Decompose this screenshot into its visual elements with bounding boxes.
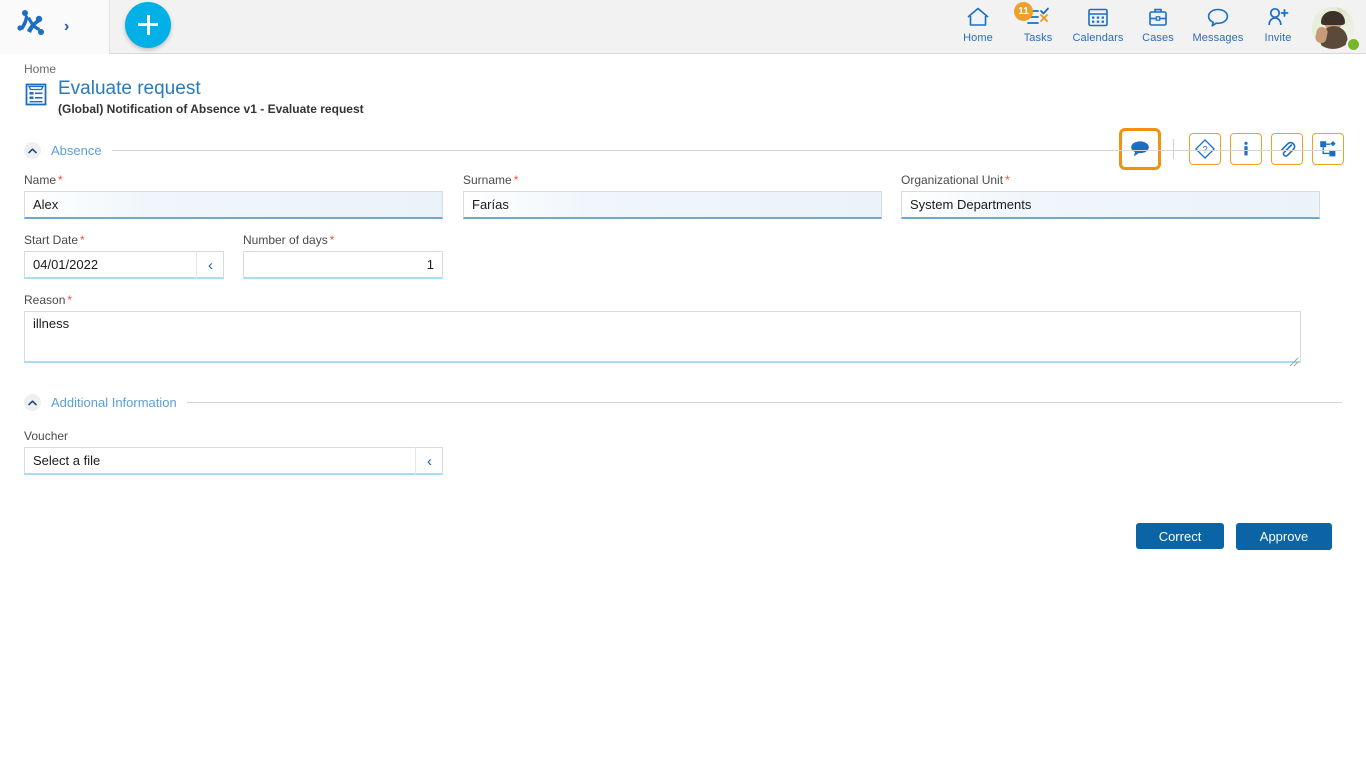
nav-label-tasks: Tasks: [1024, 32, 1053, 44]
section-divider: [187, 402, 1342, 403]
field-label-name: Name*: [24, 173, 443, 187]
field-start-date: Start Date* ‹: [24, 233, 224, 279]
form-action-buttons: Correct Approve: [24, 523, 1342, 550]
field-number-of-days: Number of days*: [243, 233, 443, 279]
nav-label-invite: Invite: [1265, 32, 1292, 44]
user-add-icon: [1266, 4, 1290, 30]
topbar-left-zone: ›: [0, 0, 110, 54]
nav-label-home: Home: [963, 32, 993, 44]
chevron-left-icon[interactable]: ‹: [415, 447, 443, 475]
page-header: Home Evaluate request (Global) Notificat…: [0, 54, 1366, 116]
create-new-zone: [125, 2, 171, 52]
home-icon: [966, 4, 990, 30]
section-header-additional-information: Additional Information: [24, 394, 1342, 411]
reason-textarea[interactable]: illness: [24, 311, 1301, 363]
field-label-start-date: Start Date*: [24, 233, 224, 247]
page-title-row: Evaluate request (Global) Notification o…: [24, 79, 1344, 116]
chevron-up-icon[interactable]: [24, 142, 41, 159]
number-of-days-input[interactable]: [243, 251, 443, 279]
page-title-block: Evaluate request (Global) Notification o…: [58, 79, 364, 116]
field-voucher: Voucher ‹: [24, 429, 443, 475]
create-new-button[interactable]: [125, 2, 171, 48]
field-name: Name*: [24, 173, 443, 219]
nav-icon-group: Home 11 Tasks: [948, 0, 1366, 54]
tasks-badge: 11: [1014, 2, 1033, 21]
voucher-combo: ‹: [24, 447, 443, 475]
chevron-left-icon[interactable]: ‹: [196, 251, 224, 279]
organizational-unit-input[interactable]: [901, 191, 1320, 219]
app-logo[interactable]: [14, 9, 48, 44]
breadcrumb[interactable]: Home: [24, 62, 1344, 76]
field-label-number-of-days: Number of days*: [243, 233, 443, 247]
field-label-surname: Surname*: [463, 173, 882, 187]
field-label-organizational-unit: Organizational Unit*: [901, 173, 1320, 187]
briefcase-icon: [1147, 4, 1169, 30]
section-title-absence: Absence: [51, 143, 102, 158]
avatar[interactable]: [1312, 4, 1360, 52]
form-row-voucher: Voucher ‹: [24, 429, 1342, 475]
surname-input[interactable]: [463, 191, 882, 219]
page-title: Evaluate request: [58, 79, 364, 99]
calendar-icon: [1087, 4, 1109, 30]
form-row-reason: Reason* illness: [24, 293, 1342, 368]
page-subtitle: (Global) Notification of Absence v1 - Ev…: [58, 102, 364, 116]
nav-item-calendars[interactable]: Calendars: [1068, 4, 1128, 44]
approve-button[interactable]: Approve: [1236, 523, 1332, 550]
nav-item-messages[interactable]: Messages: [1188, 4, 1248, 44]
field-reason: Reason* illness: [24, 293, 1301, 368]
field-label-voucher: Voucher: [24, 429, 443, 443]
section-title-additional-information: Additional Information: [51, 395, 177, 410]
form-content: Absence Name* Surname* Organizational Un…: [0, 142, 1366, 550]
field-surname: Surname*: [463, 173, 882, 219]
correct-button[interactable]: Correct: [1136, 523, 1224, 549]
nav-item-tasks[interactable]: 11 Tasks: [1008, 4, 1068, 44]
status-badge-online: [1346, 37, 1361, 52]
form-clipboard-icon: [24, 81, 48, 112]
chat-icon: [1206, 4, 1230, 30]
nav-label-cases: Cases: [1142, 32, 1174, 44]
nav-label-calendars: Calendars: [1072, 32, 1123, 44]
top-navigation-bar: › Home 11: [0, 0, 1366, 54]
name-input[interactable]: [24, 191, 443, 219]
field-organizational-unit: Organizational Unit*: [901, 173, 1320, 219]
start-date-combo: ‹: [24, 251, 224, 279]
form-row-identity: Name* Surname* Organizational Unit*: [24, 173, 1342, 219]
nav-item-home[interactable]: Home: [948, 4, 1008, 44]
nav-label-messages: Messages: [1193, 32, 1244, 44]
chevron-up-icon[interactable]: [24, 394, 41, 411]
reason-textarea-wrap: illness: [24, 311, 1301, 368]
section-header-absence: Absence: [24, 142, 1342, 159]
nav-item-invite[interactable]: Invite: [1248, 4, 1308, 44]
sidebar-toggle-icon[interactable]: ›: [64, 19, 69, 35]
section-divider: [112, 150, 1342, 151]
nav-item-cases[interactable]: Cases: [1128, 4, 1188, 44]
voucher-input[interactable]: [24, 447, 443, 475]
form-row-dates: Start Date* ‹ Number of days*: [24, 233, 1342, 279]
field-label-reason: Reason*: [24, 293, 1301, 307]
start-date-input[interactable]: [24, 251, 224, 279]
